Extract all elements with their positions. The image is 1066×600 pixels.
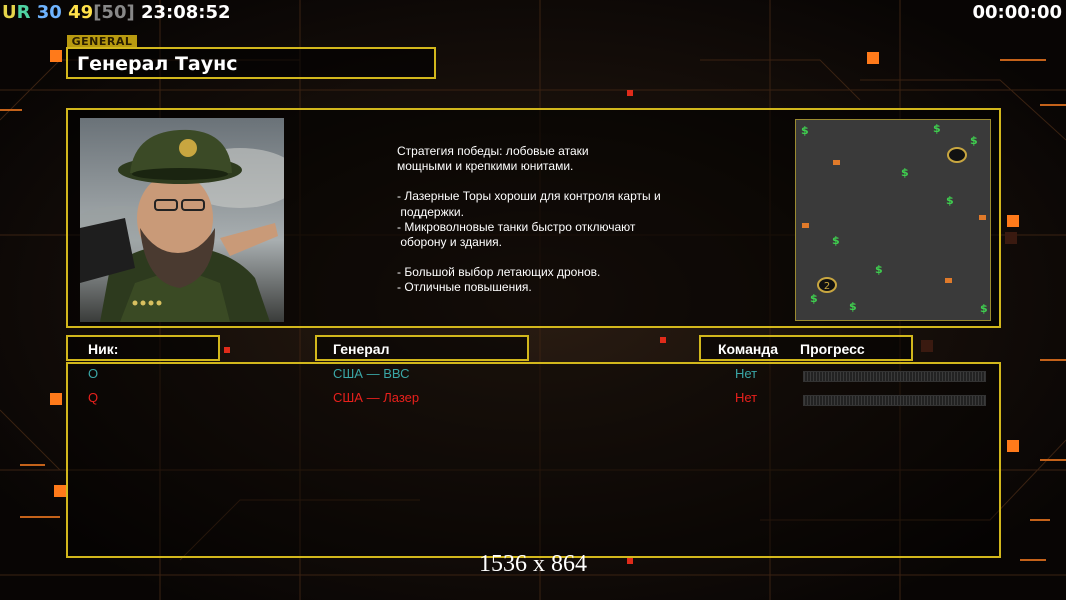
start-position-2[interactable]: 2 [817, 277, 837, 293]
progress-header-label: Прогресс [800, 341, 865, 357]
player-nick: O [88, 366, 99, 381]
supply-icon: $ [875, 263, 883, 276]
description-line: - Лазерные Торы хороши для контроля карт… [397, 189, 661, 204]
general-header-label: Генерал [333, 341, 390, 357]
player-row[interactable]: Q США — Лазер Нет [68, 390, 999, 410]
description-line: оборону и здания. [397, 235, 502, 250]
fps-counter: 30 [36, 2, 62, 23]
map-preview[interactable]: $ $ $ $ $ $ $ $ $ $ 2 [795, 119, 991, 321]
player-team: Нет [735, 390, 758, 405]
description-line: поддержки. [397, 204, 464, 219]
ur-label-u: U [2, 2, 17, 23]
player-team: Нет [735, 366, 758, 381]
resolution-overlay: 1536 x 864 [479, 551, 587, 577]
general-title-box: Генерал Таунс [66, 47, 436, 79]
player-general: США — Лазер [333, 390, 420, 405]
supply-icon: $ [901, 166, 909, 179]
hud-stats: UR 30 49[50] 23:08:52 [2, 2, 231, 23]
ping-value: 49 [68, 2, 94, 23]
oil-derrick-icon [802, 223, 809, 228]
player-list: O США — ВВС Нет Q США — Лазер Нет [66, 362, 1001, 558]
player-nick: Q [88, 390, 99, 405]
nick-header: Ник: [66, 335, 220, 361]
oil-derrick-icon [945, 278, 952, 283]
supply-icon: $ [980, 302, 988, 315]
description-line: - Большой выбор летающих дронов. [397, 265, 601, 280]
general-portrait [80, 118, 284, 322]
description-line: - Микроволновые танки быстро отключают [397, 219, 636, 234]
supply-icon: $ [933, 122, 941, 135]
strategy-description: Стратегия победы: лобовые атаки мощными … [397, 144, 707, 296]
supply-icon: $ [849, 300, 857, 313]
supply-icon: $ [832, 234, 840, 247]
general-name: Генерал Таунс [77, 53, 238, 75]
ur-label-r: R [16, 2, 31, 23]
max-value: [50] [93, 2, 135, 23]
oil-derrick-icon [979, 215, 986, 220]
supply-icon: $ [810, 292, 818, 305]
general-info-panel: Стратегия победы: лобовые атаки мощными … [66, 108, 1001, 328]
player-row[interactable]: O США — ВВС Нет [68, 366, 999, 386]
general-header: Генерал [315, 335, 529, 361]
team-progress-header: Команда Прогресс [699, 335, 913, 361]
supply-icon: $ [801, 124, 809, 137]
player-progress-bar [803, 395, 986, 406]
player-general: США — ВВС [333, 366, 410, 381]
supply-icon: $ [946, 194, 954, 207]
oil-derrick-icon [833, 160, 840, 165]
start-position-label: 2 [824, 281, 830, 292]
description-line: - Отличные повышения. [397, 280, 532, 295]
description-line: мощными и крепкими юнитами. [397, 159, 574, 174]
description-line [397, 250, 707, 265]
player-progress-bar [803, 371, 986, 382]
description-line: Стратегия победы: лобовые атаки [397, 144, 589, 158]
nick-header-label: Ник: [88, 341, 119, 357]
start-position-1[interactable] [947, 147, 967, 163]
team-header-label: Команда [718, 341, 778, 357]
clock: 23:08:52 [140, 2, 231, 23]
description-line [397, 174, 707, 189]
supply-icon: $ [970, 134, 978, 147]
game-timer: 00:00:00 [972, 2, 1062, 23]
